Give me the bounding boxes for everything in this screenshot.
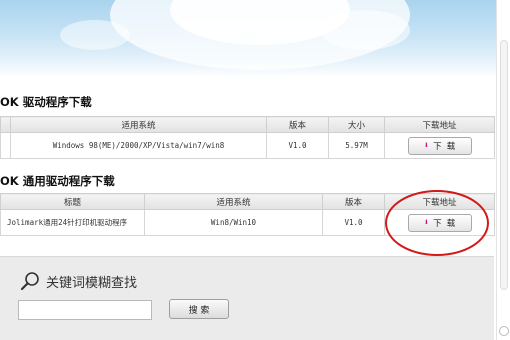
search-title: 关键词模糊查找 <box>46 275 138 291</box>
download-button-label: 下 载 <box>433 218 456 229</box>
download-button[interactable]: ⬇ 下 载 <box>407 213 472 232</box>
section-title-driver-download: OK 驱动程序下载 <box>0 95 92 109</box>
column-header-download: 下载地址 <box>384 193 495 210</box>
header-banner <box>0 0 510 78</box>
column-header-size: 大小 <box>328 116 385 133</box>
keyword-search-panel: 关键词模糊查找 搜 索 <box>0 256 494 340</box>
cell-version: V1.0 <box>266 132 329 159</box>
column-header <box>0 116 11 133</box>
banner-cloud <box>320 10 410 50</box>
search-header: 关键词模糊查找 <box>20 271 137 291</box>
cell-blank <box>0 132 11 159</box>
table-header-row: 适用系统 版本 大小 下载地址 <box>0 116 495 133</box>
magnifier-icon <box>20 272 39 291</box>
search-input[interactable] <box>18 300 152 320</box>
section-title-universal-driver-download: OK 通用驱动程序下载 <box>0 174 115 188</box>
vertical-scrollbar[interactable] <box>496 0 510 340</box>
scrollbar-thumb[interactable] <box>500 40 508 290</box>
cell-title: Jolimark通用24针打印机驱动程序 <box>0 209 145 236</box>
scroll-end-button[interactable] <box>499 326 509 336</box>
column-header-version: 版本 <box>266 116 329 133</box>
table-row: Windows 98(ME)/2000/XP/Vista/win7/win8 V… <box>0 132 495 159</box>
table-header-row: 标题 适用系统 版本 下载地址 <box>0 193 495 210</box>
download-button-label: 下 载 <box>433 141 456 152</box>
cell-download: ⬇ 下 载 <box>384 209 495 236</box>
download-arrow-icon: ⬇ <box>423 217 430 228</box>
download-button[interactable]: ⬇ 下 载 <box>407 136 472 155</box>
column-header-system: 适用系统 <box>144 193 323 210</box>
download-arrow-icon: ⬇ <box>423 140 430 151</box>
universal-driver-table: 标题 适用系统 版本 下载地址 Jolimark通用24针打印机驱动程序 Win… <box>0 193 495 236</box>
driver-download-table: 适用系统 版本 大小 下载地址 Windows 98(ME)/2000/XP/V… <box>0 116 495 159</box>
column-header-download: 下载地址 <box>384 116 495 133</box>
column-header-system: 适用系统 <box>10 116 267 133</box>
cell-system: Windows 98(ME)/2000/XP/Vista/win7/win8 <box>10 132 267 159</box>
column-header-version: 版本 <box>322 193 385 210</box>
table-row: Jolimark通用24针打印机驱动程序 Win8/Win10 V1.0 ⬇ 下… <box>0 209 495 236</box>
cell-system: Win8/Win10 <box>144 209 323 236</box>
cell-size: 5.97M <box>328 132 385 159</box>
cell-version: V1.0 <box>322 209 385 236</box>
column-header-title: 标题 <box>0 193 145 210</box>
cell-download: ⬇ 下 载 <box>384 132 495 159</box>
banner-cloud <box>60 20 130 50</box>
search-button[interactable]: 搜 索 <box>169 299 229 319</box>
